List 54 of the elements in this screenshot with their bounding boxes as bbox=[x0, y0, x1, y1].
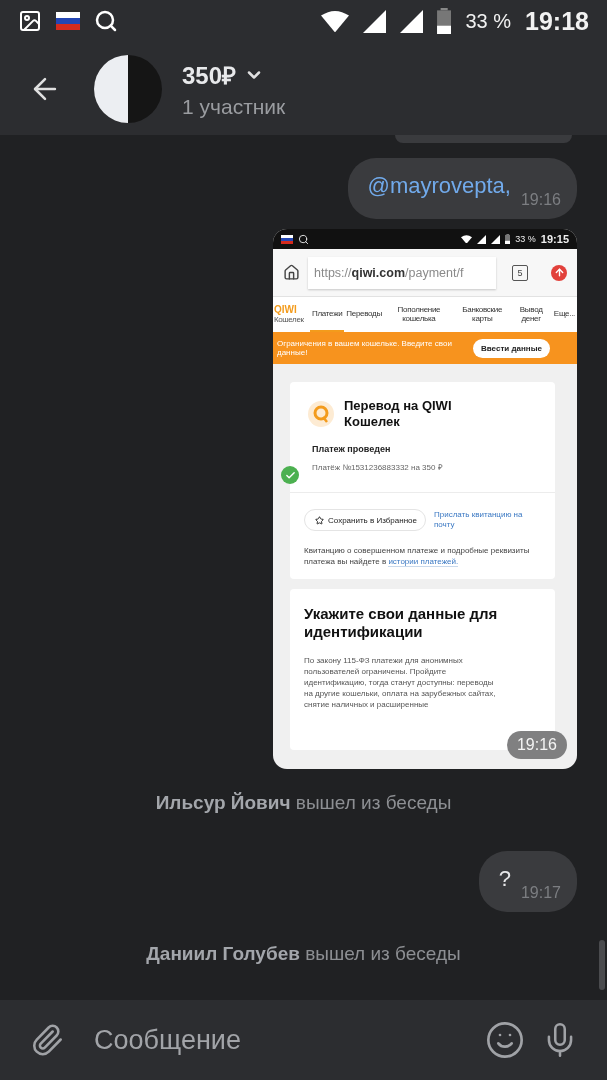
flag-icon bbox=[281, 234, 293, 244]
save-favorite-button[interactable]: Сохранить в Избранное bbox=[304, 509, 426, 531]
message-time: 19:17 bbox=[520, 884, 561, 902]
home-icon[interactable] bbox=[283, 264, 300, 281]
nav-tab[interactable]: Еще... bbox=[551, 297, 577, 332]
qiwi-logo-icon bbox=[308, 401, 334, 427]
search-icon bbox=[298, 233, 309, 245]
system-message: Ильсур Йович вышел из беседы bbox=[155, 793, 452, 813]
wifi-icon bbox=[460, 234, 472, 244]
logo: QIWI bbox=[274, 305, 298, 315]
signal-icon bbox=[400, 9, 424, 33]
chat-subtitle: 1 участник bbox=[182, 95, 286, 119]
enter-data-button[interactable]: Ввести данные bbox=[473, 338, 550, 358]
nav-tab[interactable]: Банковские карты bbox=[453, 297, 511, 332]
signal-icon bbox=[363, 9, 387, 33]
star-icon bbox=[315, 515, 324, 525]
clock: 19:15 bbox=[540, 233, 569, 245]
battery-icon bbox=[504, 234, 511, 244]
battery-level: 33 % bbox=[465, 9, 512, 33]
payment-status: Платеж проведен bbox=[312, 444, 392, 454]
search-icon bbox=[94, 9, 118, 33]
attach-icon[interactable] bbox=[30, 1023, 64, 1057]
message-time: 19:16 bbox=[506, 731, 567, 759]
upload-icon[interactable] bbox=[551, 264, 567, 281]
url-field[interactable]: https://qiwi.com/payment/f bbox=[308, 256, 496, 289]
emoji-icon[interactable] bbox=[485, 1020, 525, 1060]
nav-tab[interactable]: Пополнение кошелька bbox=[383, 297, 454, 332]
clock: 19:18 bbox=[525, 6, 589, 36]
screenshot-message[interactable] bbox=[273, 229, 577, 769]
banner-text: Ограничения в вашем кошельке. Введите свои данные! bbox=[277, 339, 453, 357]
card-body: По закону 115-ФЗ платежи для анонимных пользователей ограничены. Пройдите идентификацию, тогда станут доступны: переводы на другие кошельки, оплата на зарубежных сайтах, снятие наличных и расширенные bbox=[304, 655, 497, 710]
check-icon bbox=[281, 466, 299, 484]
message-text: ? bbox=[498, 865, 511, 892]
message-time: 19:16 bbox=[520, 191, 561, 209]
battery-level: 33 % bbox=[515, 234, 536, 244]
receipt-note: Квитанцию о совершенном платеже и подробные реквизиты платежа вы найдете в истории платежей. bbox=[304, 545, 531, 567]
mention-link[interactable]: @mayrovepta, bbox=[367, 172, 511, 199]
send-receipt-link[interactable]: Прислать квитанцию на почту bbox=[434, 510, 529, 530]
chat-title[interactable]: 350₽ bbox=[182, 58, 237, 91]
tab-count[interactable]: 5 bbox=[512, 264, 528, 281]
battery-icon bbox=[437, 8, 452, 34]
history-link[interactable]: истории платежей. bbox=[388, 557, 459, 567]
gallery-icon bbox=[18, 9, 42, 33]
nav-tab[interactable]: Переводы bbox=[344, 297, 384, 332]
scrollbar[interactable] bbox=[599, 940, 605, 990]
system-message: Даниил Голубев вышел из беседы bbox=[146, 944, 461, 964]
flag-icon bbox=[56, 9, 80, 33]
logo-caption: Кошелек bbox=[274, 315, 305, 324]
payment-detail: Платёж №1531236883332 на 350 ₽ bbox=[312, 462, 444, 472]
avatar-icon bbox=[94, 54, 162, 123]
wifi-icon bbox=[321, 9, 350, 33]
card-title: Укажите свои данные для идентификации bbox=[303, 605, 499, 641]
card-title: Перевод на QIWI Кошелек bbox=[344, 398, 453, 430]
nav-tab[interactable]: Вывод денег bbox=[510, 297, 552, 332]
